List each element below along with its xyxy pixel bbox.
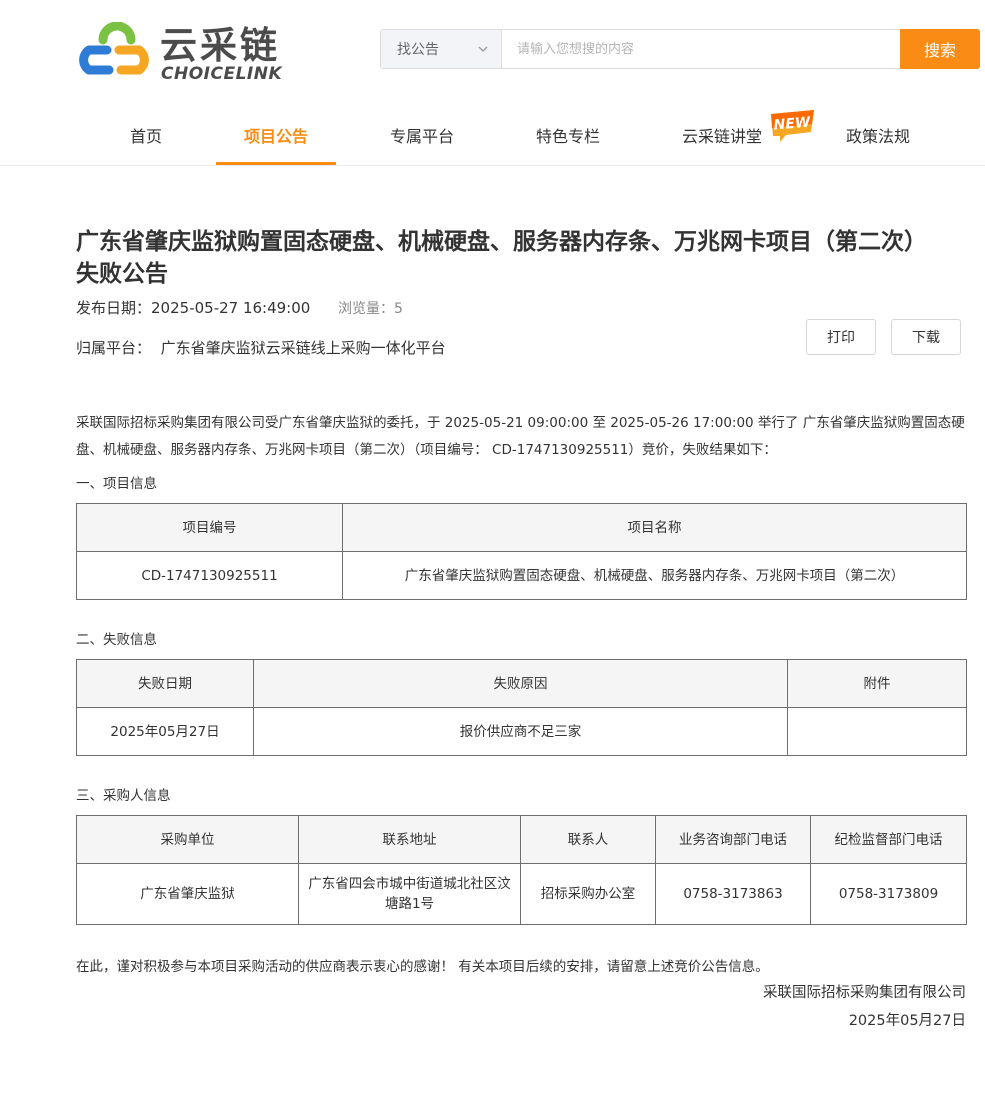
chevron-down-icon — [478, 46, 488, 52]
purchaser-info-table: 采购单位 联系地址 联系人 业务咨询部门电话 纪检监督部门电话 广东省肇庆监狱 … — [76, 815, 967, 925]
search-button[interactable]: 搜索 — [900, 29, 980, 69]
table-cell: 2025年05月27日 — [76, 707, 254, 756]
platform-info: 归属平台： 广东省肇庆监狱云采链线上采购一体化平台 — [76, 337, 446, 359]
signature-org: 采联国际招标采购集团有限公司 — [763, 985, 966, 1001]
logo-mark-icon — [79, 22, 149, 75]
nav-item-policies[interactable]: 政策法规 — [828, 114, 928, 165]
table-header-row: 采购单位 联系地址 联系人 业务咨询部门电话 纪检监督部门电话 — [76, 815, 967, 864]
failure-info-table: 失败日期 失败原因 附件 2025年05月27日 报价供应商不足三家 — [76, 659, 967, 756]
publish-date-value: 2025-05-27 16:49:00 — [151, 299, 311, 317]
table-header-row: 项目编号 项目名称 — [76, 503, 967, 552]
search-type-select[interactable]: 找公告 — [381, 30, 502, 68]
section-heading-purchaser-info: 三、采购人信息 — [76, 788, 171, 804]
view-count-value: 5 — [394, 301, 403, 317]
table-header-cell: 联系人 — [520, 815, 656, 864]
new-badge-icon: NEW — [771, 110, 814, 142]
publish-date-label: 发布日期： — [76, 299, 152, 317]
view-count-label: 浏览量： — [338, 301, 394, 317]
search-bar: 找公告 搜索 — [380, 29, 980, 69]
table-cell: 广东省肇庆监狱 — [76, 863, 299, 925]
table-header-cell: 采购单位 — [76, 815, 299, 864]
page-title: 广东省肇庆监狱购置固态硬盘、机械硬盘、服务器内存条、万兆网卡项目（第二次）失败公… — [76, 229, 927, 287]
nav-item-lecture-hall[interactable]: 云采链讲堂 — [672, 114, 772, 165]
search-type-label: 找公告 — [397, 42, 439, 58]
logo-english-text: CHOICELINK — [161, 64, 283, 84]
download-button[interactable]: 下载 — [891, 319, 961, 355]
table-header-cell: 联系地址 — [298, 815, 521, 864]
table-header-cell: 纪检监督部门电话 — [810, 815, 967, 864]
table-row: 广东省肇庆监狱 广东省四会市城中街道城北社区汶塘路1号 招标采购办公室 0758… — [76, 863, 967, 925]
platform-value: 广东省肇庆监狱云采链线上采购一体化平台 — [160, 339, 446, 357]
signature-date: 2025年05月27日 — [848, 1013, 966, 1029]
table-cell: 0758-3173809 — [810, 863, 967, 925]
nav-item-featured-column[interactable]: 特色专栏 — [518, 114, 618, 165]
nav-item-home[interactable]: 首页 — [106, 114, 186, 165]
table-header-cell: 附件 — [787, 659, 967, 708]
table-header-cell: 业务咨询部门电话 — [655, 815, 811, 864]
nav-item-project-notices[interactable]: 项目公告 — [216, 114, 336, 165]
logo-chinese-text: 云采链 — [160, 24, 280, 67]
publish-date: 发布日期：2025-05-27 16:49:00 — [76, 297, 310, 319]
table-cell: 报价供应商不足三家 — [253, 707, 788, 756]
table-header-cell: 失败原因 — [253, 659, 788, 708]
table-cell: 招标采购办公室 — [520, 863, 656, 925]
table-cell: 广东省四会市城中街道城北社区汶塘路1号 — [298, 863, 521, 925]
table-cell: 广东省肇庆监狱购置固态硬盘、机械硬盘、服务器内存条、万兆网卡项目（第二次） — [342, 551, 967, 600]
platform-label: 归属平台： — [76, 339, 152, 357]
table-header-row: 失败日期 失败原因 附件 — [76, 659, 967, 708]
table-cell: CD-1747130925511 — [76, 551, 343, 600]
table-header-cell: 失败日期 — [76, 659, 254, 708]
closing-paragraph: 在此，谨对积极参与本项目采购活动的供应商表示衷心的感谢！ 有关本项目后续的安排，… — [76, 959, 769, 975]
project-info-table: 项目编号 项目名称 CD-1747130925511 广东省肇庆监狱购置固态硬盘… — [76, 503, 967, 600]
new-badge-text: NEW — [773, 114, 812, 133]
print-button[interactable]: 打印 — [806, 319, 876, 355]
table-cell: 0758-3173863 — [655, 863, 811, 925]
site-logo[interactable]: 云采链 CHOICELINK — [75, 22, 290, 88]
nav-item-exclusive-platform[interactable]: 专属平台 — [372, 114, 472, 165]
main-nav: 首页 项目公告 专属平台 特色专栏 云采链讲堂 政策法规 — [0, 114, 985, 166]
table-header-cell: 项目名称 — [342, 503, 967, 552]
section-heading-failure-info: 二、失败信息 — [76, 632, 157, 648]
table-row: 2025年05月27日 报价供应商不足三家 — [76, 707, 967, 756]
attachment-cell — [787, 707, 967, 756]
table-header-cell: 项目编号 — [76, 503, 343, 552]
intro-paragraph: 采联国际招标采购集团有限公司受广东省肇庆监狱的委托，于 2025-05-21 0… — [76, 415, 965, 458]
table-row: CD-1747130925511 广东省肇庆监狱购置固态硬盘、机械硬盘、服务器内… — [76, 551, 967, 600]
section-heading-project-info: 一、项目信息 — [76, 476, 157, 492]
view-count: 浏览量：5 — [338, 298, 403, 320]
